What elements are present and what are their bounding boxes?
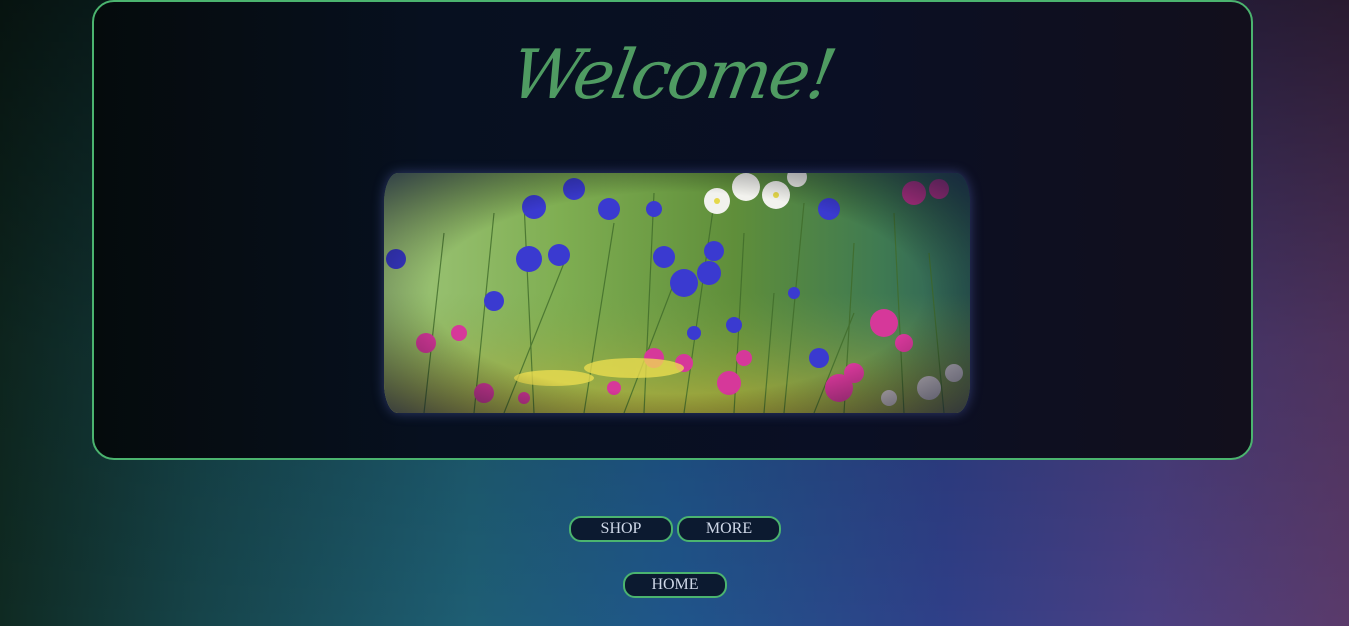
shop-button[interactable]: SHOP [569, 516, 673, 542]
home-button[interactable]: HOME [623, 572, 727, 598]
flower-photo [384, 173, 970, 413]
welcome-heading: Welcome! [504, 36, 841, 115]
welcome-panel: Welcome! [92, 0, 1253, 460]
wildflower-image [384, 173, 970, 413]
more-button[interactable]: MORE [677, 516, 781, 542]
